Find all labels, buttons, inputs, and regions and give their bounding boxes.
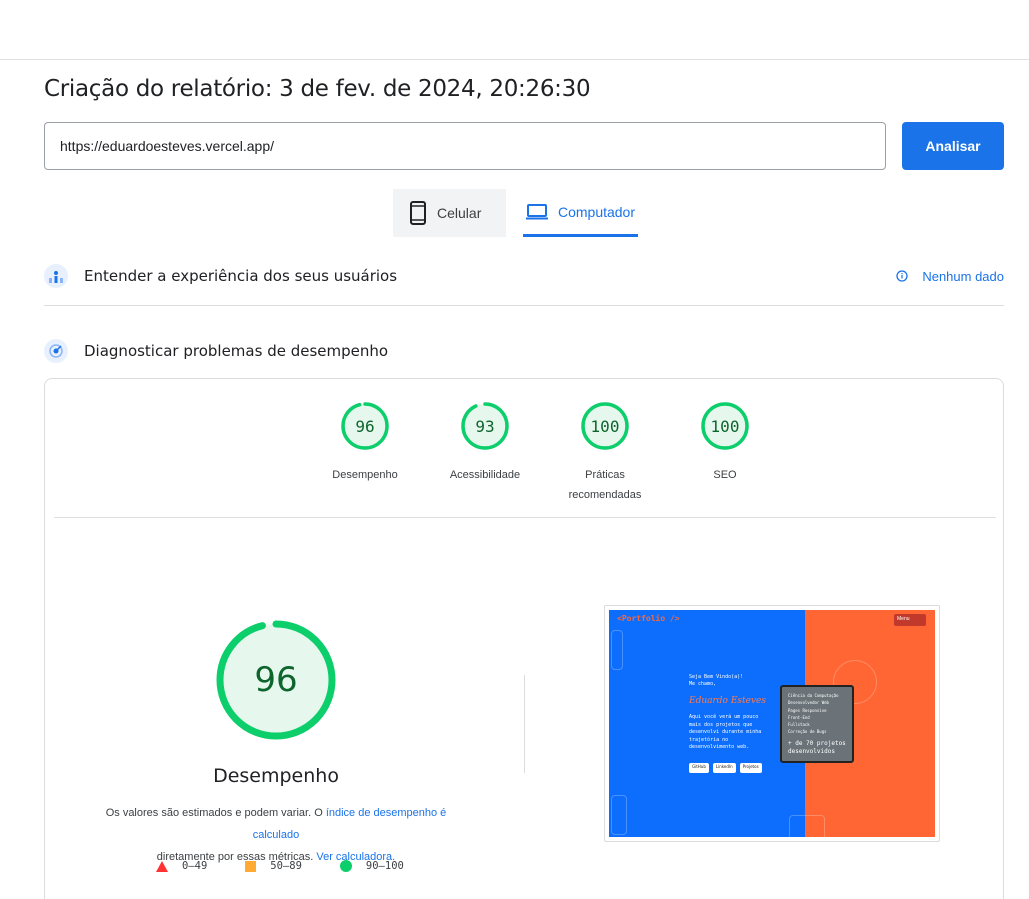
legend-fail-range: 0–49 — [182, 860, 208, 872]
gauge-accessibility-score: 93 — [475, 416, 495, 436]
screenshot-deco — [611, 630, 623, 670]
disclaimer-text-1: Os valores são estimados e podem variar.… — [105, 807, 326, 819]
gauge-accessibility[interactable]: 93 Acessibilidade — [425, 401, 545, 505]
screenshot-skill: Front-End — [788, 714, 810, 720]
diagnostics-icon — [44, 339, 68, 363]
triangle-icon — [156, 860, 168, 872]
screenshot-content: <Portfolio /> Menu Seja Bem Vindo(a)! Me… — [609, 610, 935, 837]
vertical-separator — [524, 675, 525, 773]
card-divider — [54, 517, 996, 518]
report-title: Criação do relatório: 3 de fev. de 2024,… — [44, 76, 591, 102]
screenshot-button: LinkedIn — [712, 763, 736, 773]
gauge-best-practices-label: Práticas recomendadas — [569, 465, 642, 505]
screenshot-deco — [789, 815, 825, 837]
legend-average: 50–89 — [245, 860, 302, 872]
page-screenshot[interactable]: <Portfolio /> Menu Seja Bem Vindo(a)! Me… — [604, 605, 940, 842]
no-data-status[interactable]: Nenhum dado — [896, 269, 1004, 284]
gauge-seo[interactable]: 100 SEO — [665, 401, 785, 505]
no-data-label: Nenhum dado — [922, 268, 1004, 284]
performance-score: 96 — [254, 660, 298, 700]
screenshot-skill: Fullstack — [788, 722, 810, 728]
screenshot-logo: <Portfolio /> — [617, 614, 680, 623]
diag-section-header: Diagnosticar problemas de desempenho — [44, 337, 1004, 365]
category-gauges: 96 Desempenho 93 Acessibilidade 100 Prát… — [305, 401, 785, 505]
screenshot-skill: Desenvolvedor Web — [788, 700, 829, 706]
screenshot-button: GitHub — [689, 763, 709, 773]
diag-section-label: Diagnosticar problemas de desempenho — [84, 342, 389, 360]
legend-pass: 90–100 — [339, 860, 404, 872]
screenshot-skill: Ciência da Computação — [788, 693, 839, 698]
screenshot-skills-panel: Ciência da Computação Desenvolvedor Web … — [780, 685, 854, 763]
gauge-best-practices-label-line2: recomendadas — [568, 489, 642, 501]
performance-label: Desempenho — [213, 765, 339, 787]
score-legend: 0–49 50–89 90–100 — [156, 860, 442, 872]
gauge-performance-score: 96 — [355, 416, 375, 436]
screenshot-button: Projetos — [739, 763, 762, 773]
users-icon — [44, 264, 68, 288]
screenshot-projects-count: + de 70 projetos desenvolvidos — [788, 739, 846, 755]
legend-fail: 0–49 — [156, 860, 207, 872]
screenshot-deco — [611, 795, 627, 835]
gauge-best-practices[interactable]: 100 Práticas recomendadas — [545, 401, 665, 505]
legend-pass-range: 90–100 — [365, 860, 404, 872]
gauge-performance[interactable]: 96 Desempenho — [305, 401, 425, 505]
ux-section-label: Entender a experiência dos seus usuários — [84, 267, 398, 285]
gauge-best-practices-score: 100 — [590, 416, 620, 436]
tab-mobile[interactable]: Celular — [393, 189, 506, 237]
tab-desktop-label: Computador — [557, 203, 636, 220]
screenshot-description: Aqui você verá um pouco mais dos projeto… — [689, 714, 762, 750]
gauge-seo-label: SEO — [713, 469, 737, 481]
screenshot-skill: Pages Responsive — [788, 707, 827, 713]
report-card: 96 Desempenho 93 Acessibilidade 100 Prát… — [44, 378, 1004, 899]
legend-average-range: 50–89 — [270, 860, 302, 872]
tab-desktop[interactable]: Computador — [523, 189, 638, 237]
tab-mobile-label: Celular — [437, 205, 482, 221]
gauge-seo-score: 100 — [710, 416, 740, 436]
screenshot-name: Eduardo Esteves — [689, 696, 766, 706]
screenshot-buttons: GitHub LinkedIn Projetos — [689, 763, 766, 773]
circle-icon — [339, 860, 352, 872]
performance-disclaimer: Os valores são estimados e podem variar.… — [85, 802, 467, 868]
section-divider — [44, 305, 1004, 306]
screenshot-skill: Correção de Bugs — [788, 729, 827, 735]
device-tabs: Celular Computador — [393, 189, 638, 237]
performance-gauge: 96 — [215, 619, 337, 741]
gauge-performance-label: Desempenho — [332, 469, 398, 481]
screenshot-menu: Menu — [894, 614, 926, 626]
gauge-accessibility-label: Acessibilidade — [449, 469, 521, 481]
screenshot-greeting: Seja Bem Vindo(a)! Me chamo, — [689, 674, 779, 688]
laptop-icon — [525, 203, 548, 220]
smartphone-icon — [409, 201, 427, 225]
screenshot-intro-line: Me chamo, — [689, 681, 717, 687]
analyze-button[interactable]: Analisar — [902, 122, 1004, 170]
info-icon — [896, 270, 908, 282]
square-icon — [245, 860, 257, 872]
gauge-best-practices-label-line1: Práticas — [585, 469, 625, 481]
screenshot-greeting-line: Seja Bem Vindo(a)! — [689, 674, 744, 680]
ux-section-header: Entender a experiência dos seus usuários… — [44, 262, 1004, 290]
url-input[interactable] — [44, 122, 886, 170]
top-bar — [0, 0, 1029, 60]
